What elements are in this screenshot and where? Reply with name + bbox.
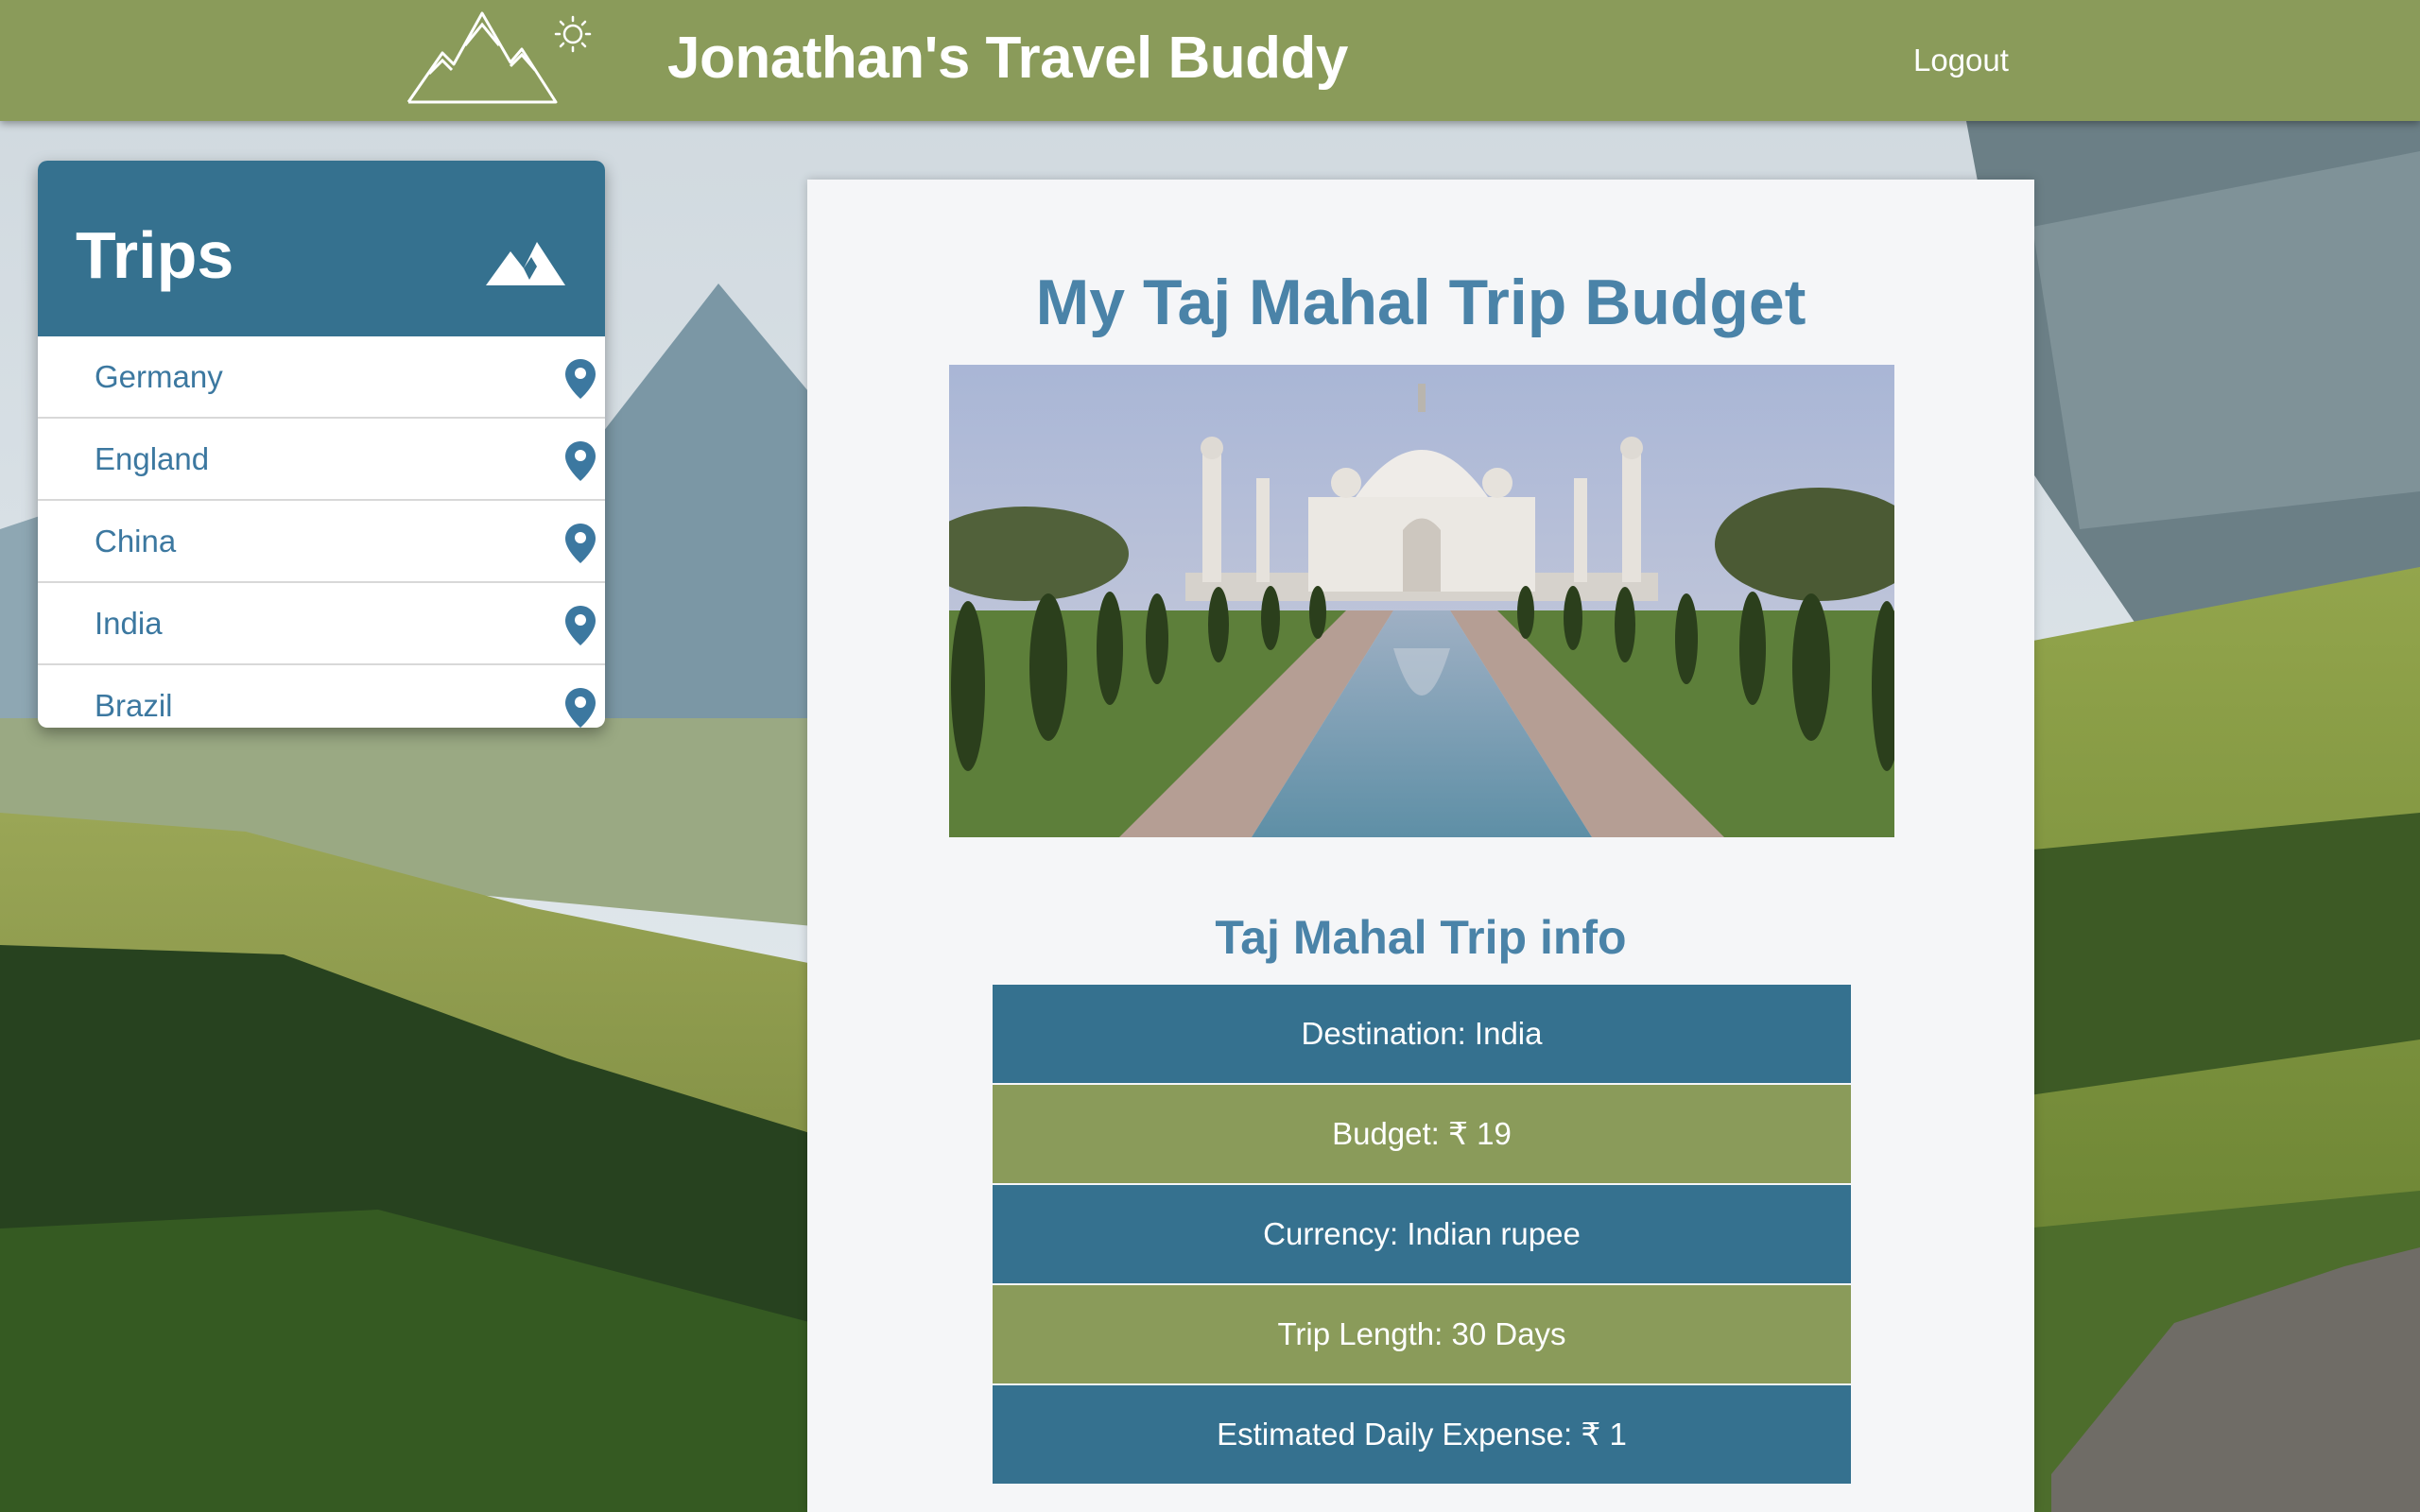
trip-item-india[interactable]: India — [38, 583, 605, 665]
trip-info-table: Destination: India Budget: ₹ 19 Currency… — [993, 985, 1851, 1486]
sidebar-title: Trips — [76, 218, 234, 292]
trip-label: Brazil — [95, 688, 173, 723]
site-title: Jonathan's Travel Buddy — [667, 26, 1348, 91]
trips-sidebar: Trips Germany England China India Brazil — [38, 161, 605, 728]
page-title: My Taj Mahal Trip Budget — [1035, 266, 1806, 338]
map-pin-icon — [565, 359, 596, 399]
top-header-bar: Jonathan's Travel Buddy Logout — [0, 0, 2420, 121]
trip-label: Germany — [95, 359, 223, 394]
trip-label: England — [95, 441, 210, 476]
trip-budget-card: My Taj Mahal Trip Budget Taj Mahal Trip … — [807, 180, 2034, 1512]
map-pin-icon — [565, 688, 596, 728]
info-row-budget: Budget: ₹ 19 — [993, 1085, 1851, 1183]
taj-mahal-photo — [949, 365, 1894, 837]
mountain-icon — [486, 242, 565, 285]
mountain-sun-logo-icon[interactable] — [405, 8, 597, 106]
trip-item-china[interactable]: China — [38, 501, 605, 583]
trip-item-brazil[interactable]: Brazil — [38, 665, 605, 728]
trip-item-england[interactable]: England — [38, 419, 605, 501]
trip-label: China — [95, 524, 177, 558]
map-pin-icon — [565, 441, 596, 481]
info-row-trip-length: Trip Length: 30 Days — [993, 1285, 1851, 1383]
info-row-destination: Destination: India — [993, 985, 1851, 1083]
trip-list: Germany England China India Brazil — [38, 336, 605, 728]
sidebar-header: Trips — [38, 161, 605, 336]
trip-item-germany[interactable]: Germany — [38, 336, 605, 419]
trip-label: India — [95, 606, 163, 641]
logout-link[interactable]: Logout — [1913, 38, 2009, 83]
map-pin-icon — [565, 606, 596, 645]
info-row-currency: Currency: Indian rupee — [993, 1185, 1851, 1283]
info-row-daily-expense: Estimated Daily Expense: ₹ 1 — [993, 1385, 1851, 1484]
trip-info-heading: Taj Mahal Trip info — [1215, 911, 1627, 964]
map-pin-icon — [565, 524, 596, 563]
